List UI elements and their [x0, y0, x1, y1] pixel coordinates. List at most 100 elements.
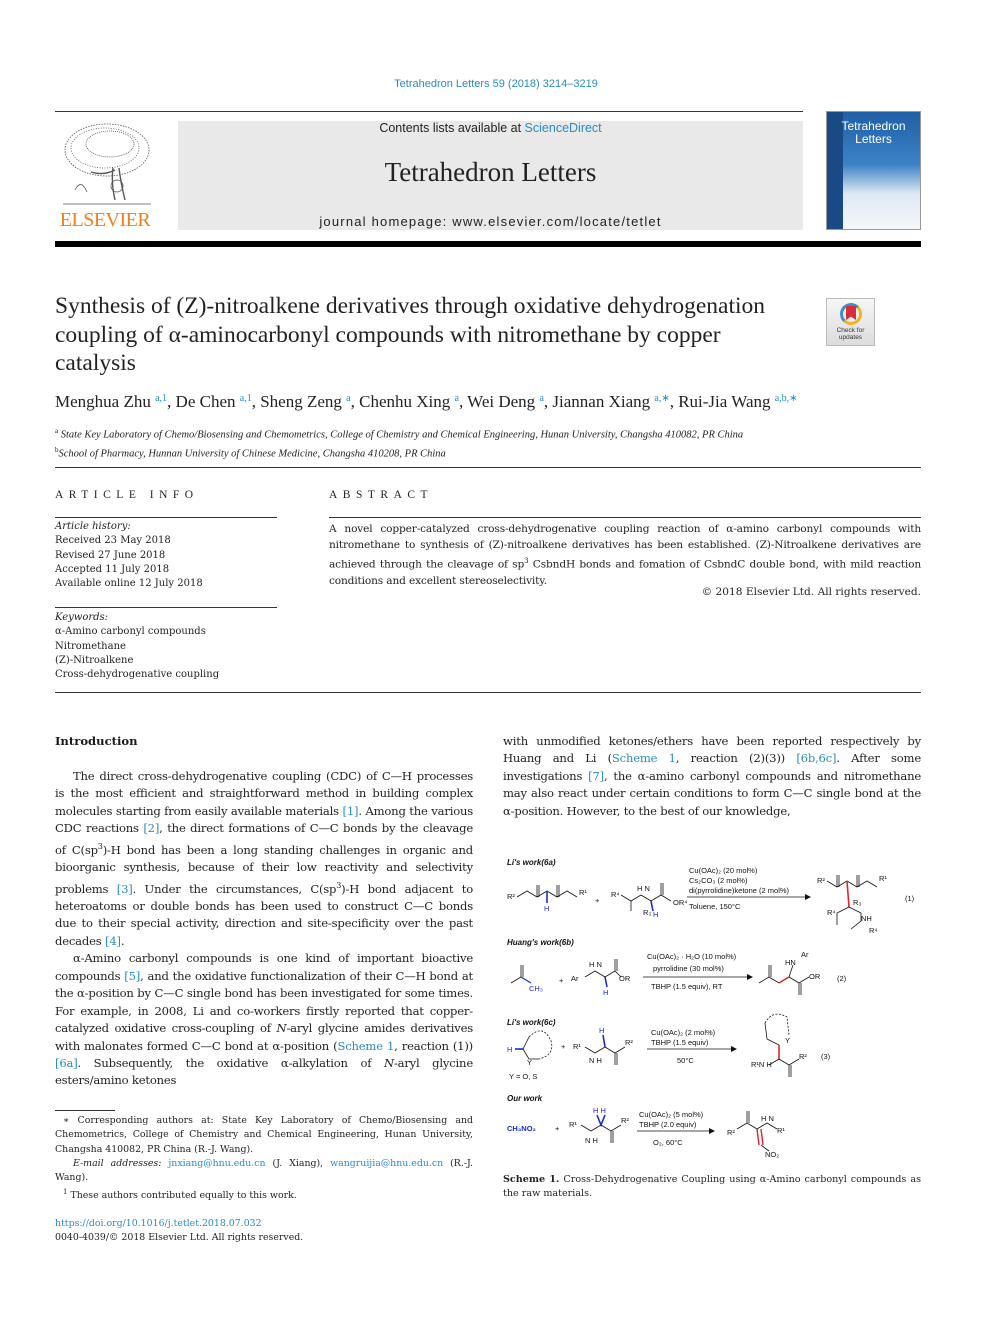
author-name: Sheng Zeng [260, 392, 342, 411]
author-list: Menghua Zhu a,1, De Chen a,1, Sheng Zeng… [55, 392, 798, 411]
corresponding-author-note: ∗ Corresponding authors at: State Key La… [55, 1115, 473, 1155]
author-affil[interactable]: a [539, 393, 543, 404]
email-link[interactable]: jnxiang@hnu.edu.cn [168, 1158, 265, 1169]
author-affil[interactable]: a,1 [155, 393, 167, 404]
citation-link[interactable]: [5] [124, 969, 140, 983]
citation-link[interactable]: [2] [143, 821, 159, 835]
chem-label: R² [799, 1052, 807, 1061]
scheme-link[interactable]: Scheme 1 [337, 1039, 394, 1053]
history-received: Received 23 May 2018 [55, 535, 171, 547]
journal-cover-image[interactable]: Tetrahedron Letters [826, 111, 921, 230]
affiliation-a: a State Key Laboratory of Chemo/Biosensi… [55, 424, 935, 443]
author[interactable]: Menghua Zhu a,1 [55, 392, 167, 411]
author-name: Menghua Zhu [55, 392, 151, 411]
keyword: Nitromethane [55, 640, 126, 652]
chem-label: H [599, 1026, 604, 1035]
journal-masthead: Contents lists available at ScienceDirec… [178, 121, 803, 230]
citation-link[interactable]: [7] [588, 769, 604, 783]
text: . Under the circumstances, C(sp [132, 881, 337, 896]
citation-link[interactable]: [1] [343, 804, 359, 818]
author[interactable]: Jiannan Xiang a,∗ [552, 392, 669, 411]
divider [55, 692, 921, 693]
history-label: Article history: [55, 521, 131, 532]
author-name: De Chen [175, 392, 236, 411]
citation-link[interactable]: [3] [117, 881, 133, 895]
elsevier-wordmark: ELSEVIER [59, 209, 151, 231]
author[interactable]: Wei Deng a [467, 392, 544, 411]
chem-label: R² [621, 1116, 629, 1125]
reactant-ether [515, 1030, 553, 1060]
caption-label: Scheme 1. [503, 1174, 560, 1185]
author-name: Wei Deng [467, 392, 536, 411]
scheme-row-label: Li's work(6a) [507, 858, 556, 867]
scheme-note: Y = O, S [509, 1072, 537, 1081]
email-link[interactable]: wangruijia@hnu.edu.cn [330, 1158, 443, 1169]
author-affil[interactable]: a [455, 393, 459, 404]
scheme-link[interactable]: Scheme 1 [612, 751, 676, 765]
citation-link[interactable]: [6b,6c] [796, 751, 836, 765]
scheme-row-label: Our work [507, 1094, 543, 1103]
chem-label: Ar [801, 950, 809, 959]
copyright: © 2018 Elsevier Ltd. All rights reserved… [701, 586, 921, 598]
chem-label: HN [785, 958, 796, 967]
text: , reaction (2)(3)) [675, 751, 797, 766]
chem-label: Y [527, 1058, 532, 1067]
chem-label: R₃ [643, 908, 651, 917]
author-affil[interactable]: a,∗ [654, 393, 669, 404]
arrow-head-icon [731, 1046, 737, 1052]
check-for-updates-button[interactable]: Check for updates [826, 298, 875, 346]
scheme-row-label: Li's work(6c) [507, 1018, 556, 1027]
chem-label: NO₂ [765, 1150, 779, 1159]
contents-line: Contents lists available at ScienceDirec… [178, 121, 803, 135]
author-affil[interactable]: a,b,∗ [775, 393, 798, 404]
contents-prefix: Contents lists available at [379, 121, 525, 135]
author-affil[interactable]: a [346, 393, 350, 404]
author[interactable]: De Chen a,1 [176, 392, 252, 411]
journal-homepage[interactable]: journal homepage: www.elsevier.com/locat… [178, 214, 803, 229]
affil-mark: a [55, 427, 59, 435]
reactant-malonate [516, 885, 578, 903]
chem-label: R⁴ [611, 890, 620, 899]
section-heading-introduction: Introduction [55, 734, 138, 748]
affiliation-b: bSchool of Pharmacy, Hunnan University o… [55, 443, 935, 462]
author[interactable]: Sheng Zeng a [260, 392, 350, 411]
plus-sign: + [595, 896, 600, 905]
sciencedirect-link[interactable]: ScienceDirect [525, 121, 602, 135]
chem-label: R⁴ [869, 926, 878, 935]
paragraph-2: α-Amino carbonyl compounds is one kind o… [55, 950, 473, 1090]
chem-label: R² [727, 1128, 735, 1137]
history-accepted: Accepted 11 July 2018 [55, 563, 170, 575]
condition: di(pyrrolidine)ketone (2 mol%) [689, 886, 790, 895]
divider [329, 517, 921, 518]
scheme-1-figure[interactable]: Li's work(6a) R² R¹ H + R⁴ H N R₃ H OR⁴ … [503, 853, 923, 1168]
chem-label: NH [861, 914, 872, 923]
chem-label: Ar [571, 974, 579, 983]
author-affil[interactable]: a,1 [240, 393, 252, 404]
author[interactable]: Rui-Jia Wang a,b,∗ [678, 392, 797, 411]
chem-label: CH₃ [529, 984, 543, 993]
chem-label: R² [817, 876, 825, 885]
text: (J. Xiang), [265, 1157, 331, 1169]
keywords-label: Keywords: [55, 612, 109, 623]
condition: Cu(OAc)₂ · H₂O (10 mol%) [647, 952, 737, 961]
chem-label: R¹N H [751, 1060, 772, 1069]
divider [55, 517, 277, 518]
journal-citation[interactable]: Tetrahedron Letters 59 (2018) 3214–3219 [0, 78, 992, 90]
condition: TBHP (1.5 equiv), RT [651, 982, 723, 991]
arrow-head-icon [805, 894, 811, 900]
chem-label: R² [625, 1038, 633, 1047]
doi-link[interactable]: https://doi.org/10.1016/j.tetlet.2018.07… [55, 1218, 262, 1229]
chem-label: Y [785, 1036, 790, 1045]
author[interactable]: Chenhu Xing a [359, 392, 459, 411]
chem-label: OR [619, 974, 631, 983]
divider [55, 607, 277, 608]
citation-link[interactable]: [6a] [55, 1056, 78, 1070]
plus-sign: + [559, 976, 564, 985]
chem-label: H H [593, 1106, 606, 1115]
elsevier-tree-icon [63, 123, 151, 205]
elsevier-logo[interactable]: ELSEVIER [55, 120, 155, 232]
product-2 [758, 964, 810, 995]
citation-link[interactable]: [4] [105, 934, 121, 948]
article-info-heading: ARTICLE INFO [55, 489, 199, 501]
issn-copyright: 0040-4039/© 2018 Elsevier Ltd. All right… [55, 1232, 304, 1243]
